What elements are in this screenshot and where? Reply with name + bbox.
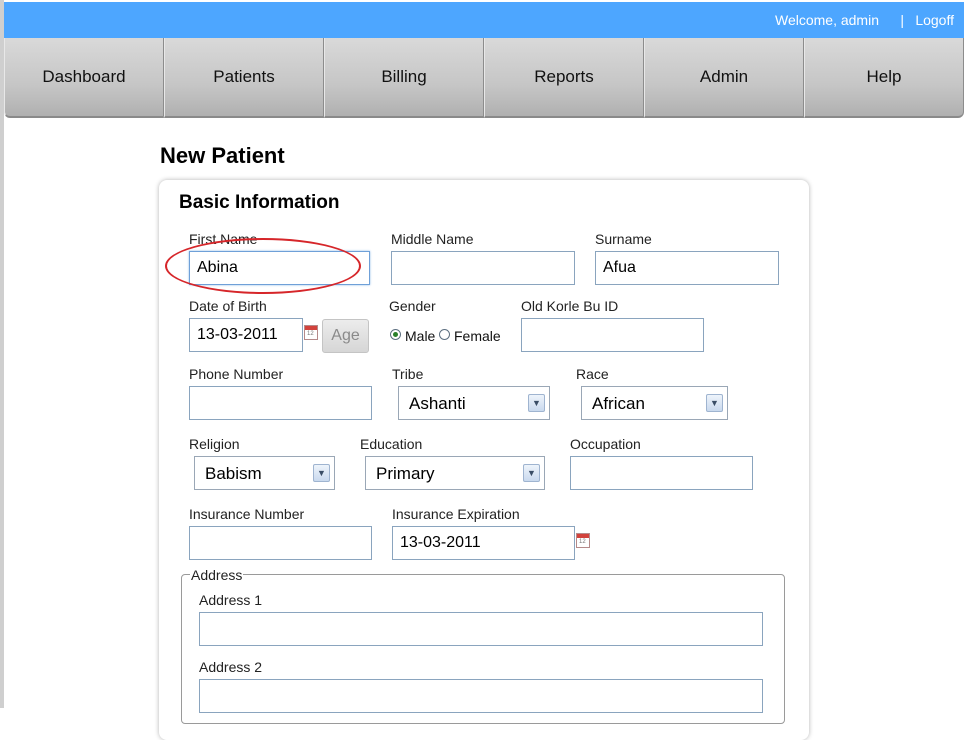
old-id-input[interactable] xyxy=(521,318,704,352)
religion-select[interactable]: Babism ▼ xyxy=(194,456,335,490)
nav-tab-dashboard[interactable]: Dashboard xyxy=(4,38,164,118)
gender-female-label: Female xyxy=(454,328,501,344)
chevron-down-icon: ▼ xyxy=(523,464,540,482)
occupation-label: Occupation xyxy=(570,436,641,452)
dob-label: Date of Birth xyxy=(189,298,267,314)
occupation-input[interactable] xyxy=(570,456,753,490)
address-legend: Address xyxy=(190,567,244,583)
insurance-expiration-input[interactable] xyxy=(392,526,575,560)
first-name-label: First Name xyxy=(189,231,258,247)
address1-input[interactable] xyxy=(199,612,763,646)
main-nav: Dashboard Patients Billing Reports Admin… xyxy=(4,38,964,120)
logoff-link[interactable]: Logoff xyxy=(915,12,954,28)
gender-male-radio[interactable] xyxy=(390,329,401,340)
race-value: African xyxy=(592,394,645,413)
surname-label: Surname xyxy=(595,231,652,247)
nav-tab-admin[interactable]: Admin xyxy=(644,38,804,118)
religion-value: Babism xyxy=(205,464,262,483)
address2-label: Address 2 xyxy=(199,659,263,675)
gender-label: Gender xyxy=(389,298,436,314)
nav-tab-reports[interactable]: Reports xyxy=(484,38,644,118)
tribe-select[interactable]: Ashanti ▼ xyxy=(398,386,550,420)
gender-female-radio[interactable] xyxy=(439,329,450,340)
tribe-label: Tribe xyxy=(392,366,424,382)
gender-male-label: Male xyxy=(405,328,436,344)
education-label: Education xyxy=(360,436,423,452)
nav-tab-billing[interactable]: Billing xyxy=(324,38,484,118)
race-select[interactable]: African ▼ xyxy=(581,386,728,420)
chevron-down-icon: ▼ xyxy=(528,394,545,412)
insurance-number-input[interactable] xyxy=(189,526,372,560)
middle-name-input[interactable] xyxy=(391,251,575,285)
phone-label: Phone Number xyxy=(189,366,284,382)
insurance-number-label: Insurance Number xyxy=(189,506,305,522)
first-name-input[interactable] xyxy=(189,251,370,285)
education-select[interactable]: Primary ▼ xyxy=(365,456,545,490)
dob-input[interactable] xyxy=(189,318,303,352)
tribe-value: Ashanti xyxy=(409,394,466,413)
calendar-icon[interactable]: 12 xyxy=(576,533,590,548)
nav-tab-help[interactable]: Help xyxy=(804,38,964,118)
chevron-down-icon: ▼ xyxy=(313,464,330,482)
race-label: Race xyxy=(576,366,609,382)
chevron-down-icon: ▼ xyxy=(706,394,723,412)
insurance-expiration-label: Insurance Expiration xyxy=(392,506,520,522)
religion-label: Religion xyxy=(189,436,240,452)
calendar-icon[interactable]: 12 xyxy=(304,325,318,340)
middle-name-label: Middle Name xyxy=(391,231,474,247)
page-title: New Patient xyxy=(160,143,285,168)
welcome-text: Welcome, admin xyxy=(774,12,879,28)
phone-input[interactable] xyxy=(189,386,372,420)
section-title: Basic Information xyxy=(179,192,340,213)
address1-label: Address 1 xyxy=(199,592,263,608)
education-value: Primary xyxy=(376,464,435,483)
surname-input[interactable] xyxy=(595,251,779,285)
header-separator: | xyxy=(900,12,904,28)
old-id-label: Old Korle Bu ID xyxy=(521,298,619,314)
nav-tab-patients[interactable]: Patients xyxy=(164,38,324,118)
age-button[interactable]: Age xyxy=(322,319,369,353)
top-bar: Welcome, admin | Logoff xyxy=(4,2,964,38)
